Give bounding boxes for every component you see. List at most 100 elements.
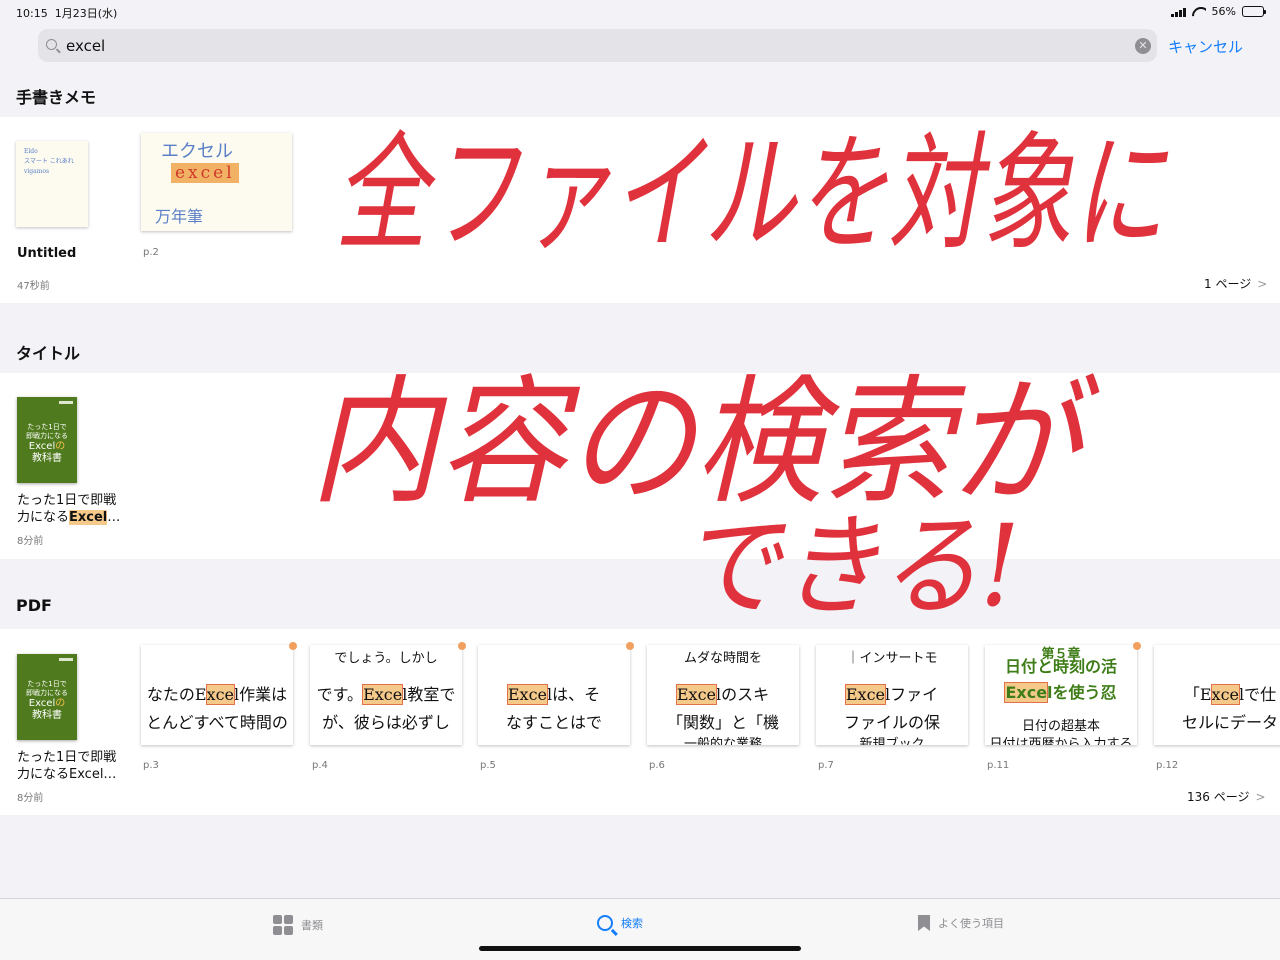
page-text-line: が、彼らは必ずし — [322, 713, 450, 732]
match-highlight: xce — [1210, 684, 1241, 705]
pdf-page-label: p.5 — [480, 760, 496, 771]
match-highlight: Exce — [506, 684, 549, 705]
cover-title: Excelの — [28, 441, 66, 452]
pdf-page-label: p.6 — [649, 760, 665, 771]
page-text-line: 日付は西暦から入力する — [989, 737, 1133, 745]
tab-label: 検索 — [621, 917, 643, 930]
clear-search-button[interactable]: ✕ — [1135, 38, 1151, 54]
tab-label: 書類 — [301, 919, 323, 932]
pdf-page-label: p.7 — [818, 760, 834, 771]
status-right: 56% — [1170, 5, 1266, 18]
match-context: lで仕 — [1239, 685, 1277, 704]
thumb-katakana: エクセル — [161, 141, 233, 162]
tab-search[interactable]: 検索 — [597, 915, 643, 931]
section-header-titles: タイトル — [0, 340, 1280, 368]
chevron-right-icon: > — [1255, 790, 1266, 804]
pdf-book-timestamp: 8分前 — [17, 793, 44, 804]
page-text-line: なすことはで — [505, 713, 602, 732]
status-date: 1月23日(水) — [54, 7, 118, 20]
match-highlight: Exce — [675, 684, 718, 705]
thumb-kanji: 万年筆 — [155, 207, 204, 226]
match-highlight: Exce — [362, 684, 404, 705]
match-context: lのスキ — [716, 685, 770, 704]
more-pages-link[interactable]: 136 ページ > — [1187, 788, 1266, 805]
tab-favorites[interactable]: よく使う項目 — [918, 915, 1004, 931]
pdf-book-title[interactable]: たった1日で即戦 力になるExcel… — [17, 749, 116, 783]
tab-label: よく使う項目 — [938, 917, 1004, 930]
pdf-book-cover[interactable]: たった1日で 即戦力になる Excelの 教科書 — [17, 654, 77, 740]
page-match-line: なたのExcel作業は — [141, 681, 293, 705]
match-context: です。 — [316, 685, 364, 704]
cover-line: たった1日で — [27, 680, 67, 688]
wifi-icon — [1192, 7, 1206, 17]
pdf-page-thumbnail[interactable]: ｜インサートモ Excelファイ ファイルの保 新規ブック — [816, 645, 968, 745]
page-text-line: セルにデータ — [1181, 713, 1278, 732]
page-match-line: 「Excelで仕 — [1154, 681, 1280, 705]
page-text-line: 「関数」と「機 — [666, 713, 779, 732]
search-icon — [46, 39, 57, 50]
page-match-line: Excelを使う忍 — [985, 679, 1137, 703]
pdf-page-label: p.3 — [143, 760, 159, 771]
match-context: lファイ — [885, 685, 939, 704]
match-highlight: Exce — [1004, 682, 1049, 703]
pdf-page-label: p.12 — [1156, 760, 1179, 771]
page-text-line: ムダな時間を — [683, 651, 762, 666]
note-title[interactable]: Untitled — [17, 245, 76, 262]
cover-line: 教科書 — [32, 710, 62, 721]
pdf-page-thumbnail[interactable]: Excelは、そ なすことはで — [478, 645, 630, 745]
more-pages-link[interactable]: 1 ページ > — [1204, 275, 1267, 292]
note-page-label: p.2 — [143, 247, 159, 258]
cover-line: 即戦力になる — [26, 432, 68, 440]
cover-band — [59, 401, 73, 404]
tab-library[interactable]: 書類 — [273, 915, 323, 935]
note-thumbnail-untitled[interactable]: Eldo スマート これあれ vigamos — [16, 141, 88, 227]
titles-section: たった1日で 即戦力になる Excelの 教科書 たった1日で即戦力になるExc… — [0, 373, 1280, 559]
note-thumbnail-text: Eldo スマート これあれ vigamos — [24, 148, 74, 175]
pdf-page-thumbnail[interactable]: 第５章 日付と時刻の活 Excelを使う忍 日付の超基本 日付は西暦から入力する — [985, 645, 1137, 745]
page-text-line: 日付の超基本 — [1021, 719, 1100, 734]
pdf-page-thumbnail[interactable]: でしょう。しかし です。Excel教室で が、彼らは必ずし — [310, 645, 462, 745]
pdf-page-thumbnail[interactable]: ムダな時間を Excelのスキ「関数」と「機一般的な業務 — [647, 645, 799, 745]
pdf-page-thumbnail[interactable]: なたのExcel作業はとんどすべて時間の — [141, 645, 293, 745]
page-text-line: とんどすべて時間の — [146, 713, 288, 732]
search-bar[interactable]: ✕ — [38, 29, 1157, 62]
annotation-marker-dot — [289, 642, 297, 650]
annotation-marker-dot — [1133, 642, 1141, 650]
section-header-handwritten: 手書きメモ — [0, 84, 1280, 112]
pdf-page-label: p.4 — [312, 760, 328, 771]
page-text-line: 日付と時刻の活 — [1004, 657, 1117, 676]
status-time: 10:15 1月23日(水) — [16, 7, 118, 20]
page-text-line: 新規ブック — [859, 737, 925, 745]
page-text-line: 一般的な業務 — [683, 737, 762, 745]
handwritten-notes-section: Eldo スマート これあれ vigamos Untitled 47秒前 エクセ… — [0, 117, 1280, 303]
pdf-page-label: p.11 — [987, 760, 1010, 771]
book-title[interactable]: たった1日で即戦力になるExcel… — [17, 492, 127, 526]
annotation-marker-dot — [458, 642, 466, 650]
note-page-thumbnail[interactable]: エクセル excel 万年筆 — [141, 133, 292, 231]
section-header-pdf: PDF — [0, 596, 1280, 624]
search-input[interactable] — [66, 34, 1126, 58]
page-match-line: Excelファイ — [816, 681, 968, 705]
match-context: 「E — [1183, 685, 1212, 704]
cover-line: たった1日で — [27, 423, 67, 431]
cellular-signal-icon — [1170, 7, 1186, 17]
cover-band — [59, 658, 73, 661]
annotation-marker-dot — [626, 642, 634, 650]
book-cover[interactable]: たった1日で 即戦力になる Excelの 教科書 — [17, 397, 77, 483]
status-bar: 10:15 1月23日(水) 56% — [0, 0, 1280, 24]
grid-icon — [273, 915, 293, 935]
book-timestamp: 8分前 — [17, 536, 44, 547]
cover-title: Excelの — [28, 698, 66, 709]
match-context: なたのE — [146, 685, 207, 704]
cover-line: 即戦力になる — [26, 689, 68, 697]
page-match-line: Excelのスキ — [647, 681, 799, 705]
note-timestamp: 47秒前 — [17, 281, 50, 292]
page-text-line: ｜インサートモ — [846, 651, 938, 666]
match-context: l教室で — [402, 685, 456, 704]
search-icon — [597, 915, 613, 931]
home-indicator — [479, 946, 801, 951]
match-context: lを使う忍 — [1047, 683, 1117, 702]
pdf-page-thumbnail[interactable]: 「Excelで仕セルにデータ — [1154, 645, 1280, 745]
battery-icon — [1242, 6, 1266, 17]
cancel-button[interactable]: キャンセル — [1168, 36, 1243, 57]
